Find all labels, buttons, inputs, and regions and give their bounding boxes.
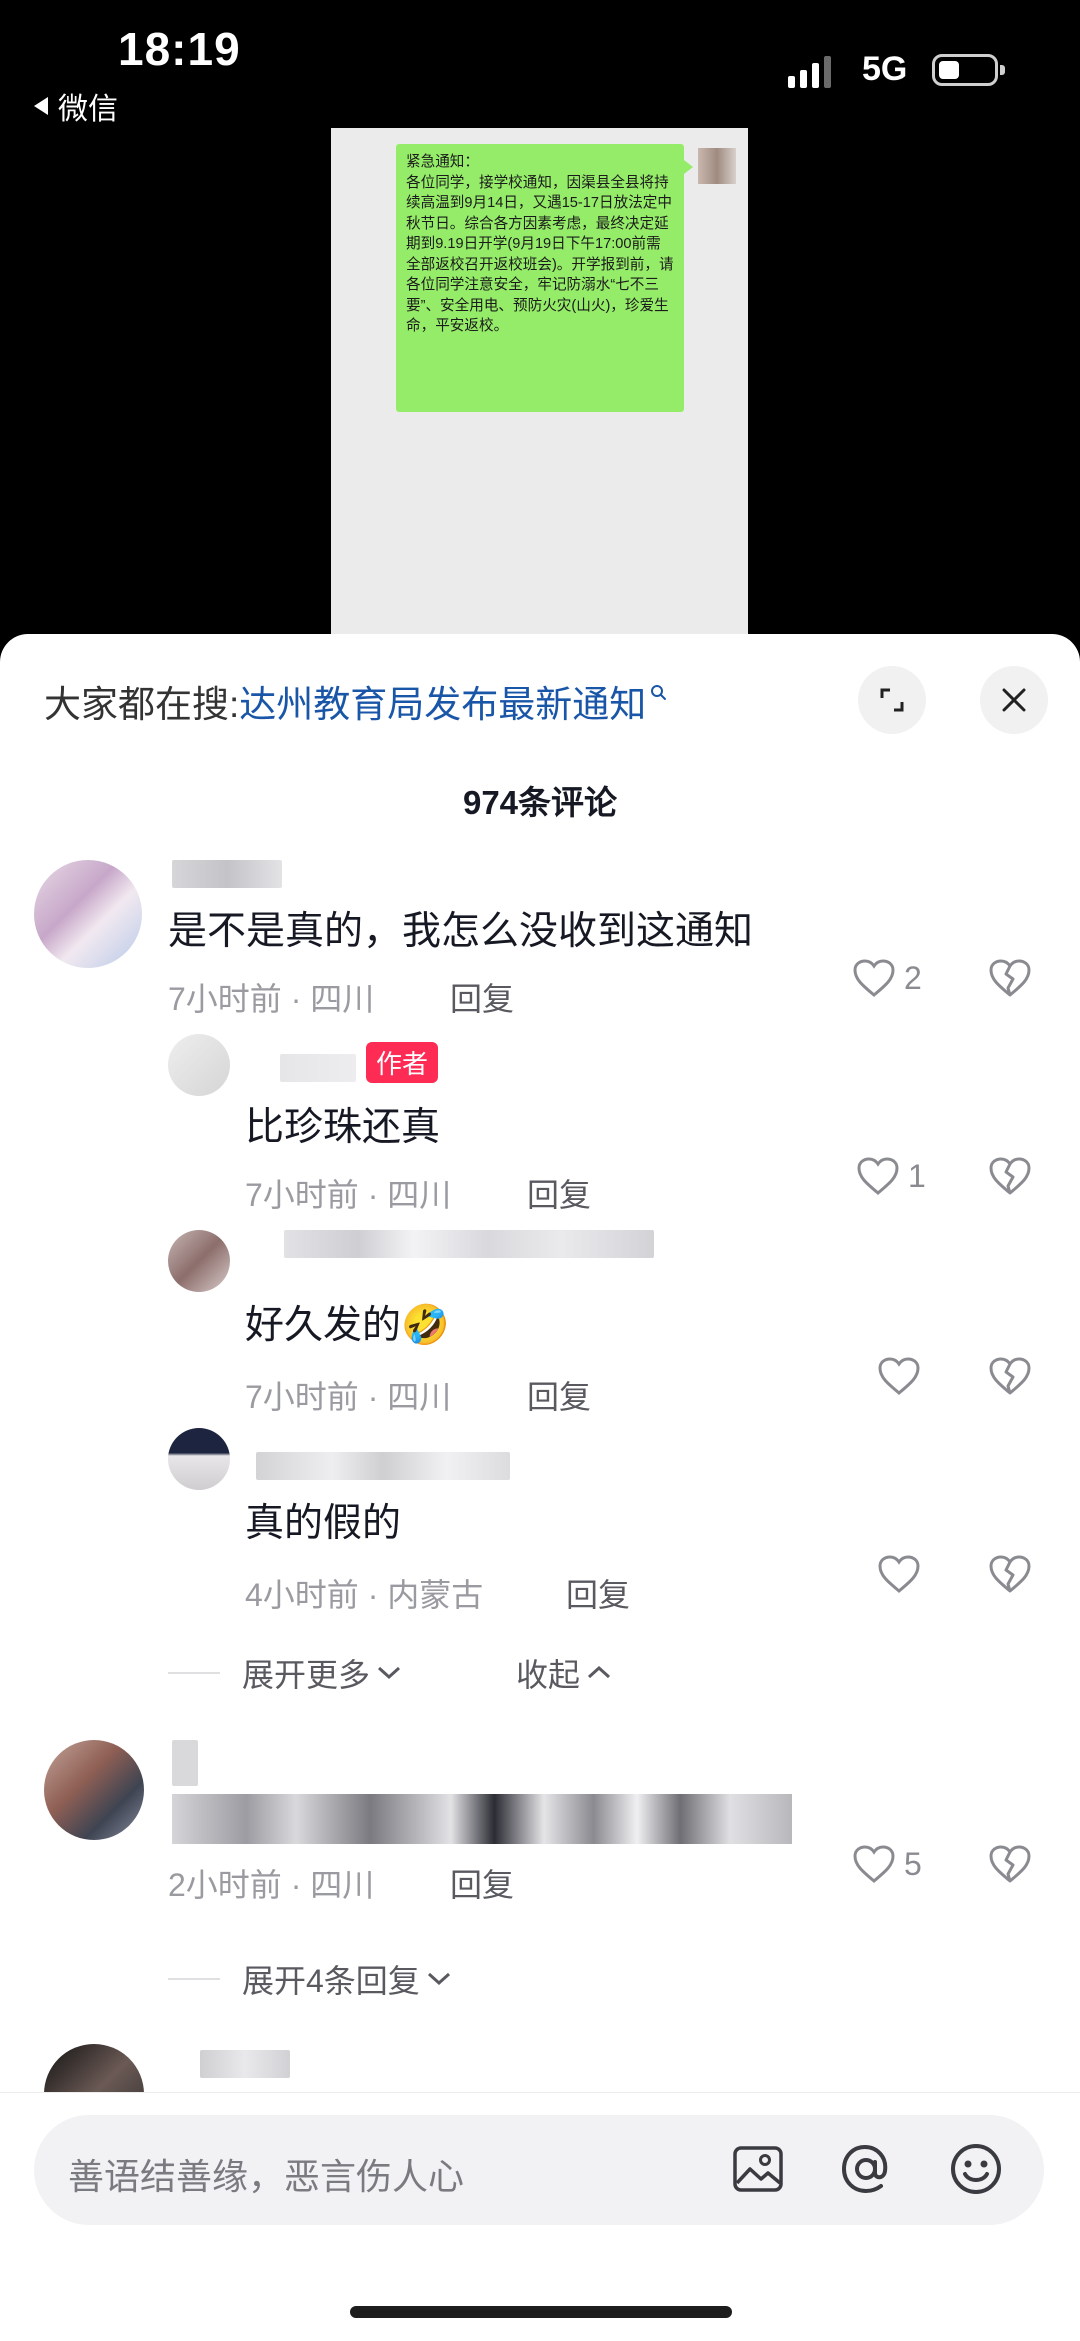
collapse-button[interactable]: 收起	[516, 1650, 614, 1696]
comment-meta: 2小时前 · 四川	[168, 1867, 375, 1903]
comment-text: 好久发的🤣	[245, 1304, 450, 1347]
avatar[interactable]	[44, 1740, 144, 1840]
home-indicator[interactable]	[350, 2306, 732, 2318]
comment-text: 真的假的	[245, 1502, 402, 1545]
broken-heart-icon[interactable]	[988, 958, 1032, 998]
heart-icon[interactable]	[877, 1356, 921, 1396]
close-button[interactable]	[980, 666, 1048, 734]
status-bar: 18:19 微信 5G	[0, 0, 1080, 130]
search-term-link[interactable]: 达州教育局发布最新通知	[239, 674, 646, 728]
back-to-app-button[interactable]: 微信	[34, 84, 118, 128]
heart-icon	[853, 959, 895, 997]
reply-button[interactable]: 回复	[450, 1860, 514, 1906]
broken-heart-icon[interactable]	[988, 1844, 1032, 1884]
username-blurred[interactable]	[200, 2050, 290, 2078]
avatar[interactable]	[168, 1230, 230, 1292]
status-time: 18:19	[118, 23, 241, 75]
comment-meta: 7小时前 · 四川	[245, 1177, 452, 1213]
comments-count: 974条评论	[462, 784, 618, 821]
back-app-label: 微信	[58, 93, 118, 126]
comment-meta: 7小时前 · 四川	[245, 1379, 452, 1415]
like-button[interactable]: 1	[856, 1156, 926, 1196]
comments-sheet: 大家都在搜: 达州教育局发布最新通知 974条评论 是不是真的，我怎么没收到这通…	[0, 634, 1080, 2341]
bubble-tail	[684, 160, 693, 174]
reply-button[interactable]: 回复	[527, 1170, 591, 1216]
fold-divider	[168, 1978, 220, 1980]
heart-icon	[857, 1157, 899, 1195]
signal-icon	[788, 52, 831, 88]
expand-more-button[interactable]: 展开更多	[168, 1650, 404, 1696]
heart-icon[interactable]	[877, 1554, 921, 1594]
chevron-up-icon	[588, 1665, 611, 1679]
sender-avatar	[698, 148, 736, 184]
like-count: 1	[908, 1157, 926, 1194]
reply-button[interactable]: 回复	[450, 974, 514, 1020]
image-button[interactable]	[726, 2137, 790, 2201]
broken-heart-icon[interactable]	[988, 1356, 1032, 1396]
username-blurred[interactable]	[172, 860, 282, 888]
avatar[interactable]	[34, 860, 142, 968]
emoji-icon	[951, 2144, 1001, 2194]
chevron-left-icon	[34, 97, 48, 115]
username-blurred[interactable]	[284, 1230, 654, 1258]
input-placeholder: 善语结善缘，恶言伤人心	[68, 2156, 465, 2197]
at-icon	[841, 2144, 888, 2194]
like-button[interactable]: 5	[852, 1844, 922, 1884]
expand-replies-button[interactable]: 展开4条回复	[168, 1956, 454, 2002]
comment-text: 是不是真的，我怎么没收到这通知	[168, 910, 754, 953]
like-button[interactable]: 2	[852, 958, 922, 998]
broken-heart-icon[interactable]	[988, 1156, 1032, 1196]
blurred-comment-text	[172, 1794, 792, 1844]
comment-text: 比珍珠还真	[245, 1106, 441, 1149]
collapse-label: 收起	[516, 1657, 581, 1693]
expand-replies-label: 展开4条回复	[242, 1963, 420, 1999]
reply-button[interactable]: 回复	[527, 1372, 591, 1418]
expand-icon	[880, 688, 904, 712]
comment-meta: 4小时前 · 内蒙古	[245, 1577, 484, 1613]
comment-meta: 7小时前 · 四川	[168, 981, 375, 1017]
fold-divider	[168, 1672, 220, 1674]
trending-search[interactable]: 大家都在搜: 达州教育局发布最新通知	[44, 674, 668, 728]
username-blurred[interactable]	[280, 1054, 356, 1082]
username-blurred[interactable]	[172, 1740, 198, 1786]
image-icon	[733, 2146, 783, 2192]
chevron-down-icon	[378, 1666, 401, 1680]
author-badge: 作者	[366, 1042, 439, 1083]
battery-icon	[932, 54, 1005, 86]
expand-button[interactable]	[858, 666, 926, 734]
input-area: 善语结善缘，恶言伤人心	[0, 2093, 1080, 2341]
chevron-down-icon	[427, 1972, 450, 1986]
emoji-button[interactable]	[944, 2137, 1008, 2201]
network-type: 5G	[862, 50, 908, 88]
avatar[interactable]	[168, 1428, 230, 1490]
reply-button[interactable]: 回复	[566, 1570, 630, 1616]
search-icon	[651, 685, 667, 700]
mention-button[interactable]	[834, 2137, 898, 2201]
broken-heart-icon[interactable]	[988, 1554, 1032, 1594]
expand-more-label: 展开更多	[242, 1657, 371, 1693]
heart-icon	[853, 1845, 895, 1883]
comment-input[interactable]: 善语结善缘，恶言伤人心	[34, 2115, 1044, 2225]
notice-bubble: 紧急通知： 各位同学，接学校通知，因渠县全县将持续高温到9月14日，又遇15-1…	[396, 144, 684, 412]
search-prefix: 大家都在搜:	[44, 684, 240, 725]
avatar[interactable]	[168, 1034, 230, 1096]
close-icon	[1002, 688, 1026, 712]
username-blurred[interactable]	[256, 1452, 510, 1480]
like-count: 2	[904, 959, 922, 996]
like-count: 5	[904, 1845, 922, 1882]
